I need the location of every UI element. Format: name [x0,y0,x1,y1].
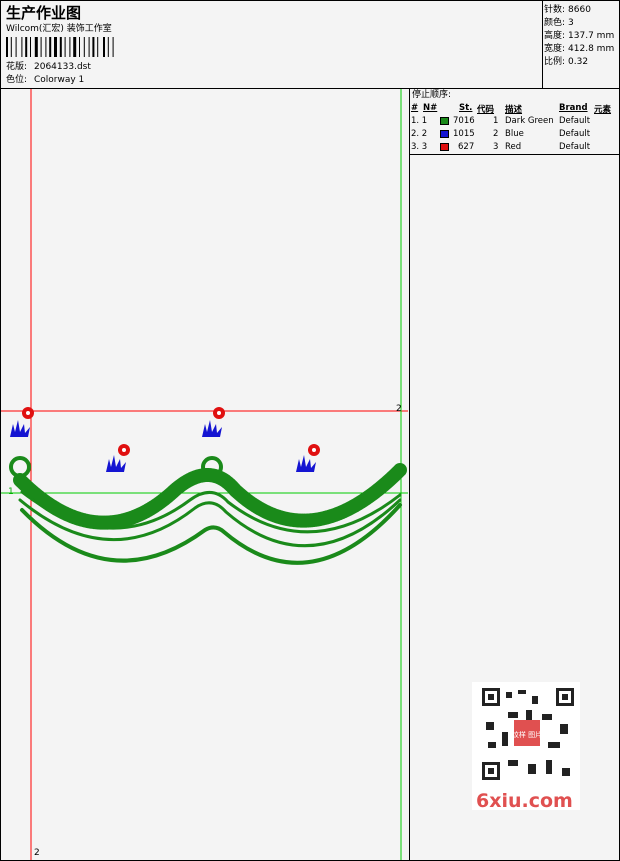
guide-label-2-top: 2 [396,404,402,414]
guide-label-2-bottom: 2 [34,848,40,858]
grass-tufts [10,420,316,472]
guide-label-1: 1 [8,487,14,497]
red-flowers [22,407,320,456]
watermark-text: 6xiu.com [476,790,573,812]
watermark-seal: 纹样 图片 [512,730,542,739]
scallop-border [9,456,407,565]
qr-code-icon: 纹样 图片 [480,686,574,780]
